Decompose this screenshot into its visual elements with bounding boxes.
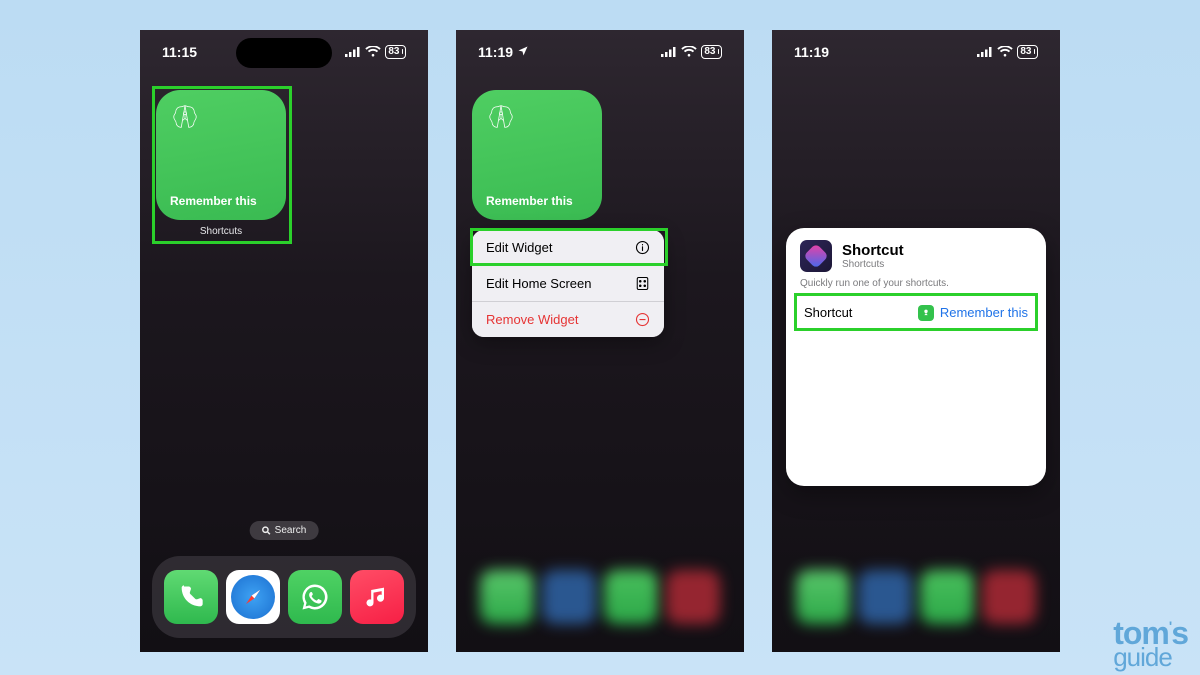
search-icon bbox=[262, 526, 271, 535]
whatsapp-app-icon[interactable] bbox=[604, 570, 658, 624]
shortcuts-widget[interactable]: Remember this bbox=[472, 90, 602, 220]
cellular-signal-icon bbox=[661, 46, 677, 57]
widget-config-card: Shortcut Shortcuts Quickly run one of yo… bbox=[786, 228, 1046, 486]
wifi-icon bbox=[997, 46, 1013, 58]
card-title: Shortcut bbox=[842, 242, 904, 259]
annotation-highlight bbox=[470, 228, 668, 266]
status-bar: 11:19 83 bbox=[772, 30, 1060, 74]
phone-screen-3: 11:19 83 Shortcut Shortcuts bbox=[772, 30, 1060, 652]
battery-icon: 83 bbox=[1017, 45, 1038, 59]
status-time: 11:15 bbox=[162, 44, 197, 60]
card-subtitle: Shortcuts bbox=[842, 259, 904, 270]
battery-icon: 83 bbox=[385, 45, 406, 59]
status-bar: 11:19 83 bbox=[456, 30, 744, 74]
menu-label: Remove Widget bbox=[486, 312, 578, 327]
location-icon bbox=[517, 44, 529, 60]
wifi-icon bbox=[365, 46, 381, 58]
battery-icon: 83 bbox=[701, 45, 722, 59]
menu-edit-home-screen[interactable]: Edit Home Screen bbox=[472, 265, 664, 301]
dock bbox=[152, 556, 416, 638]
whatsapp-app-icon[interactable] bbox=[920, 570, 974, 624]
safari-app-icon[interactable] bbox=[858, 570, 912, 624]
cellular-signal-icon bbox=[977, 46, 993, 57]
status-bar: 11:15 83 bbox=[140, 30, 428, 74]
apps-icon bbox=[635, 276, 650, 291]
minus-circle-icon bbox=[635, 312, 650, 327]
phone-screen-2: 11:19 83 Remember this bbox=[456, 30, 744, 652]
music-app-icon[interactable] bbox=[982, 570, 1036, 624]
cellular-signal-icon bbox=[345, 46, 361, 57]
music-app-icon[interactable] bbox=[666, 570, 720, 624]
menu-remove-widget[interactable]: Remove Widget bbox=[472, 301, 664, 337]
search-label: Search bbox=[275, 525, 307, 536]
safari-app-icon[interactable] bbox=[226, 570, 280, 624]
phone-app-icon[interactable] bbox=[164, 570, 218, 624]
menu-label: Edit Home Screen bbox=[486, 276, 592, 291]
annotation-highlight bbox=[152, 86, 292, 244]
annotation-highlight bbox=[794, 293, 1038, 331]
phone-app-icon[interactable] bbox=[796, 570, 850, 624]
status-time: 11:19 bbox=[794, 44, 829, 60]
phone-screen-1: 11:15 83 Remember this Shortcuts Search bbox=[140, 30, 428, 652]
shortcuts-app-icon bbox=[800, 240, 832, 272]
dock bbox=[784, 556, 1048, 638]
widget-label: Remember this bbox=[486, 194, 588, 208]
whatsapp-app-icon[interactable] bbox=[288, 570, 342, 624]
card-description: Quickly run one of your shortcuts. bbox=[800, 278, 1032, 289]
music-app-icon[interactable] bbox=[350, 570, 404, 624]
safari-app-icon[interactable] bbox=[542, 570, 596, 624]
brain-icon bbox=[486, 102, 588, 137]
phone-app-icon[interactable] bbox=[480, 570, 534, 624]
dock bbox=[468, 556, 732, 638]
brand-logo: tom's guide bbox=[1113, 621, 1188, 669]
wifi-icon bbox=[681, 46, 697, 58]
search-pill[interactable]: Search bbox=[250, 521, 319, 540]
status-time: 11:19 bbox=[478, 44, 513, 60]
